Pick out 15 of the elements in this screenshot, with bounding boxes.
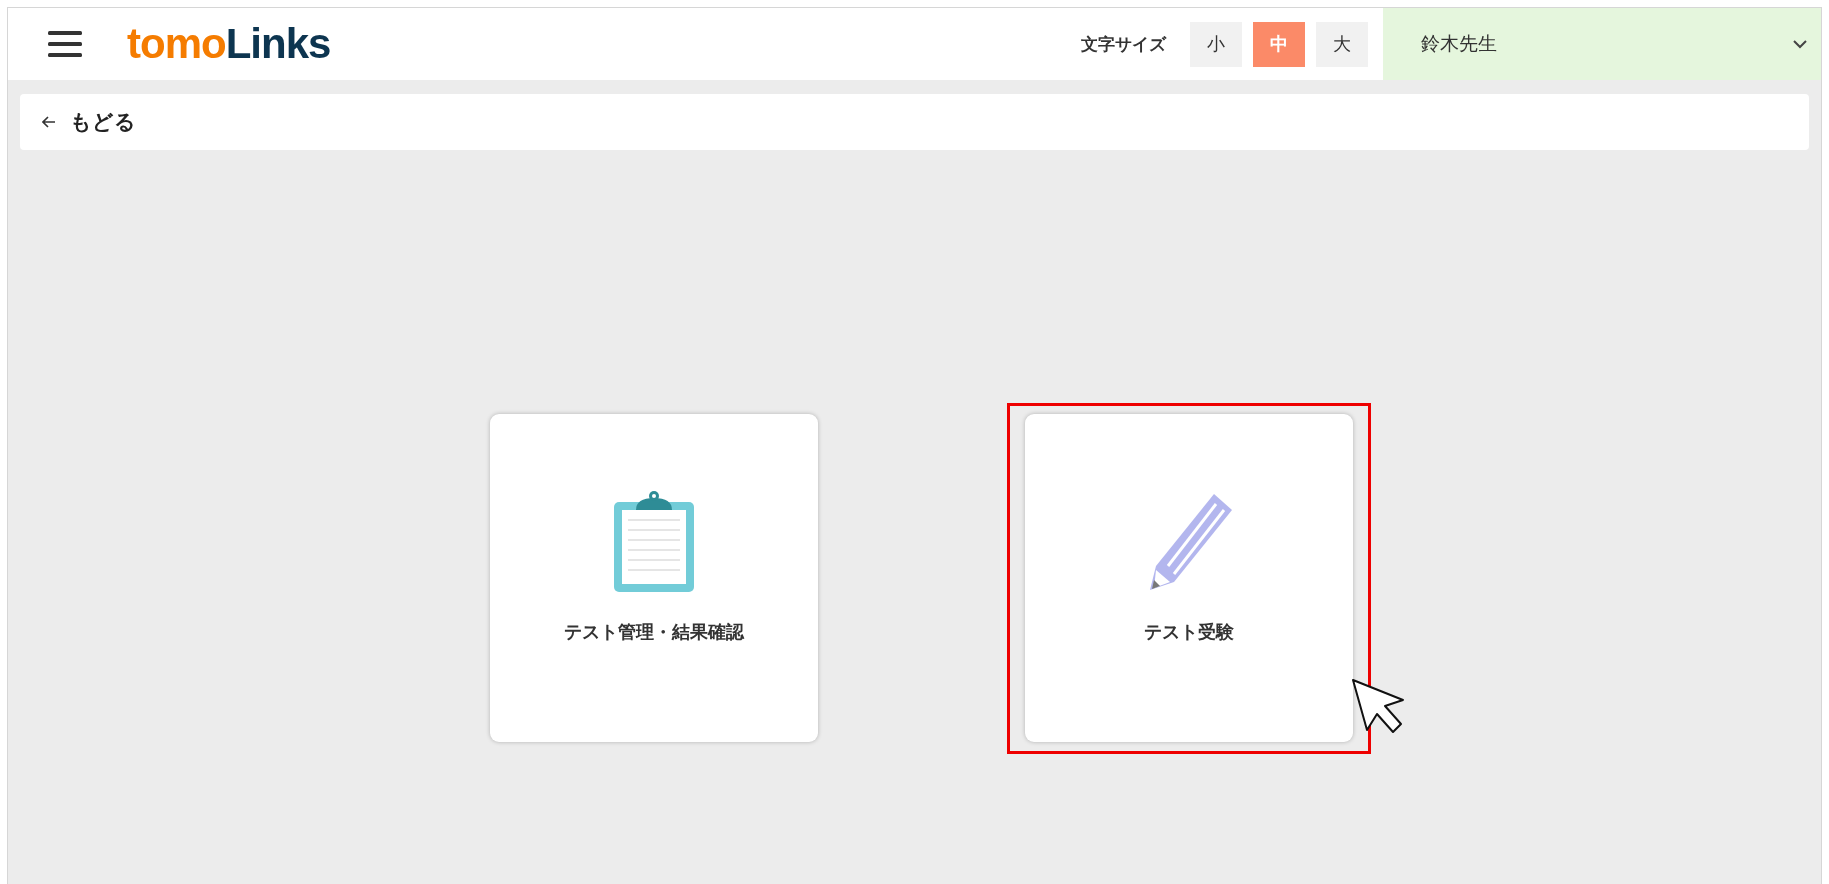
card-label: テスト受験	[1143, 620, 1234, 644]
clipboard-icon	[611, 490, 696, 594]
cursor-icon	[1350, 678, 1407, 736]
user-dropdown[interactable]: 鈴木先生	[1383, 8, 1821, 80]
card-label: テスト管理・結果確認	[563, 620, 744, 644]
font-size-button[interactable]: 小	[1190, 21, 1242, 67]
back-link[interactable]: もどる	[42, 108, 136, 136]
font-size-label: 文字サイズ	[1081, 32, 1166, 56]
logo: tomoLinks	[127, 20, 331, 68]
back-arrow-icon	[42, 116, 56, 128]
menu-card[interactable]: テスト管理・結果確認	[489, 414, 818, 742]
menu-icon[interactable]	[48, 31, 82, 57]
menu-card[interactable]: テスト受験	[1024, 414, 1353, 742]
font-size-button[interactable]: 大	[1316, 21, 1368, 67]
chevron-down-icon	[1793, 39, 1807, 49]
